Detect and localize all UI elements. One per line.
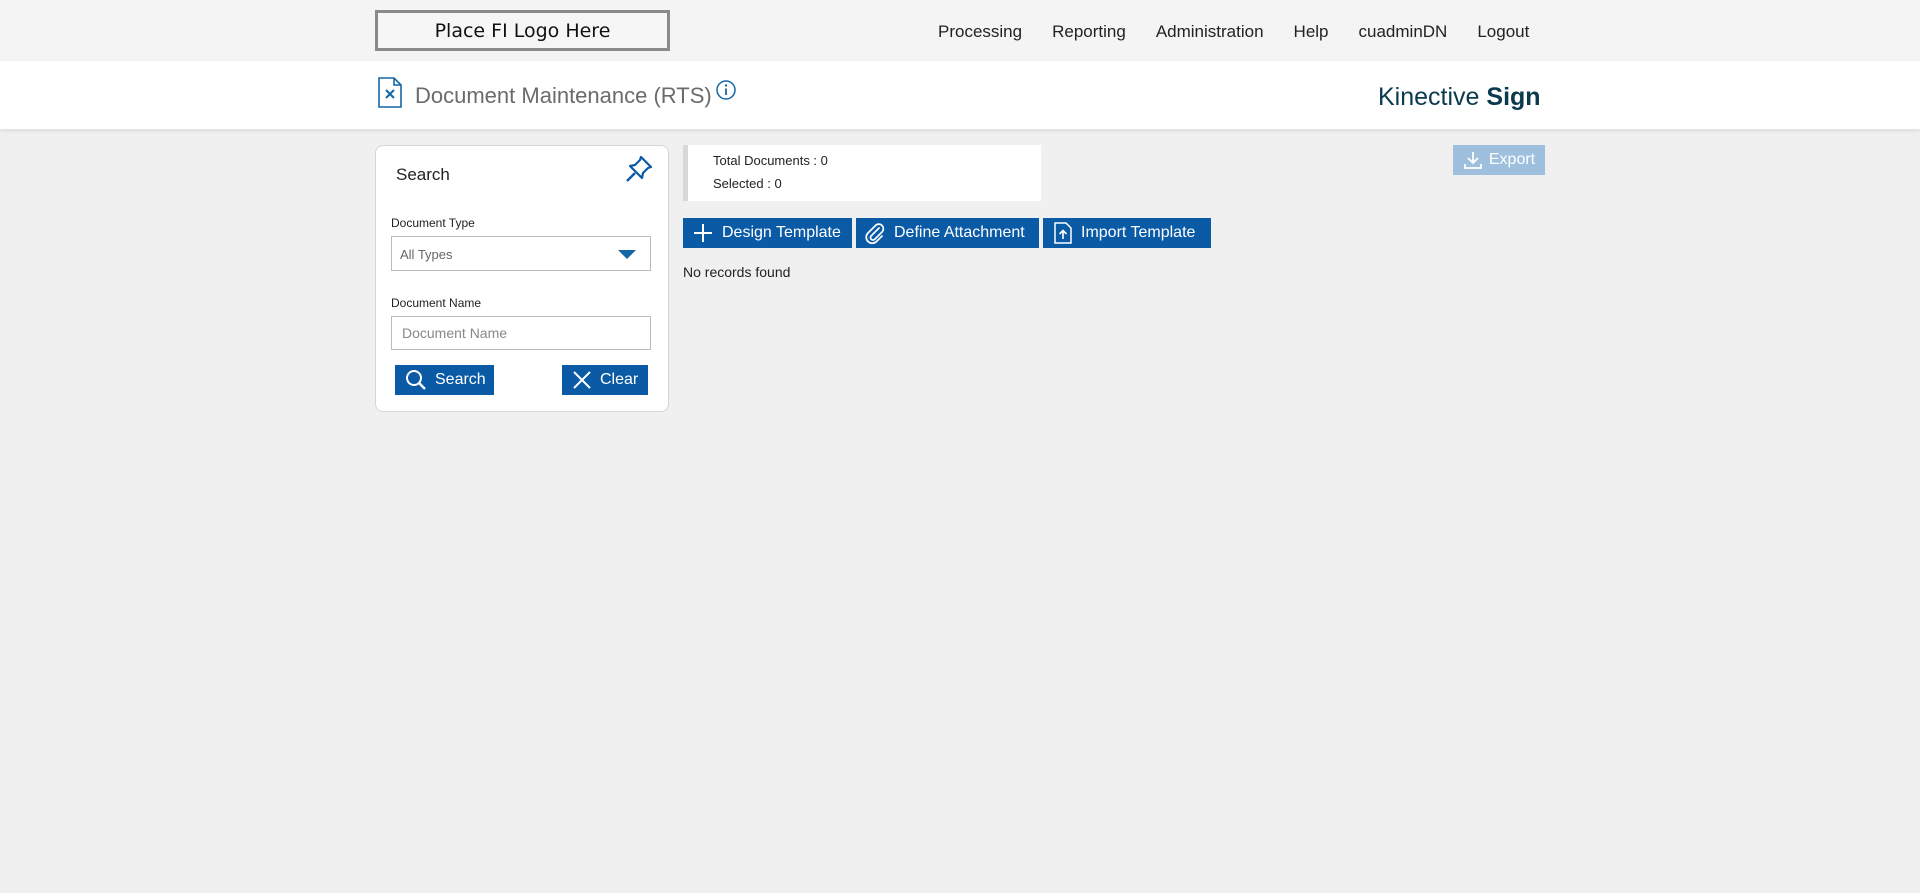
search-panel: Search Document Type All Types Document …	[375, 145, 669, 412]
chevron-down-icon	[618, 250, 636, 259]
total-documents: Total Documents : 0	[713, 153, 828, 168]
info-icon[interactable]	[715, 79, 737, 106]
search-icon	[406, 370, 426, 390]
brand-logo: Kinective Sign	[1378, 83, 1541, 111]
nav-user[interactable]: cuadminDN	[1359, 22, 1448, 42]
file-upload-icon	[1054, 222, 1072, 244]
top-bar: Place FI Logo Here Processing Reporting …	[0, 0, 1920, 61]
document-type-value: All Types	[400, 247, 453, 262]
design-template-button[interactable]: Design Template	[683, 218, 852, 248]
close-icon	[573, 371, 591, 389]
page-title: Document Maintenance (RTS)	[415, 83, 712, 108]
export-button[interactable]: Export	[1453, 145, 1545, 175]
nav-help[interactable]: Help	[1294, 22, 1329, 42]
document-type-select[interactable]: All Types	[391, 236, 651, 271]
search-button-label: Search	[435, 371, 486, 388]
nav-logout[interactable]: Logout	[1477, 22, 1529, 42]
define-attachment-button[interactable]: Define Attachment	[856, 218, 1039, 248]
nav-reporting[interactable]: Reporting	[1052, 22, 1126, 42]
clear-button-label: Clear	[600, 371, 639, 388]
paperclip-icon	[865, 223, 885, 244]
search-button[interactable]: Search	[395, 365, 494, 395]
no-records-message: No records found	[683, 264, 791, 280]
document-name-label: Document Name	[391, 296, 482, 310]
nav-administration[interactable]: Administration	[1156, 22, 1264, 42]
document-name-input[interactable]	[391, 316, 651, 350]
main-nav: Processing Reporting Administration Help…	[938, 22, 1559, 42]
download-icon	[1463, 152, 1482, 169]
pin-icon[interactable]	[624, 154, 654, 189]
document-stats: Total Documents : 0 Selected : 0	[683, 145, 1041, 201]
export-button-label: Export	[1488, 151, 1536, 168]
design-template-label: Design Template	[722, 224, 841, 241]
clear-button[interactable]: Clear	[562, 365, 648, 395]
plus-icon	[694, 224, 712, 242]
nav-processing[interactable]: Processing	[938, 22, 1022, 42]
document-icon	[377, 77, 403, 113]
document-type-label: Document Type	[391, 216, 475, 230]
define-attachment-label: Define Attachment	[894, 224, 1025, 241]
import-template-button[interactable]: Import Template	[1043, 218, 1211, 248]
import-template-label: Import Template	[1081, 224, 1196, 241]
fi-logo-placeholder: Place FI Logo Here	[375, 10, 670, 51]
title-bar: Document Maintenance (RTS) Kinective Sig…	[0, 61, 1920, 129]
search-panel-heading: Search	[396, 165, 450, 184]
selected-count: Selected : 0	[713, 176, 782, 191]
